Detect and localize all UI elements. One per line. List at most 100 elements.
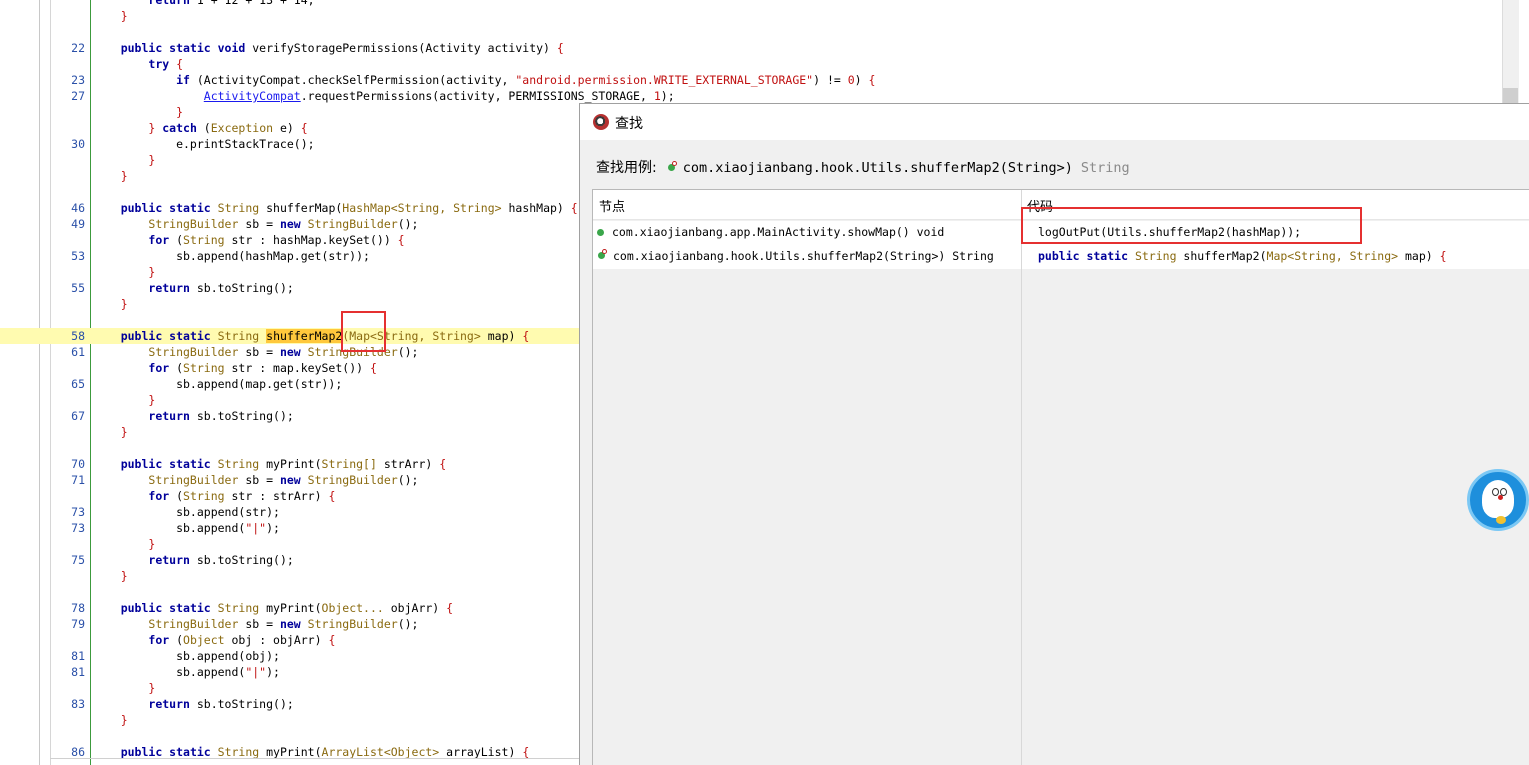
code-token: String [217,601,260,615]
code-token: } [93,169,128,183]
code-token: (ActivityCompat.checkSelfPermission(acti… [189,73,516,87]
code-token: String [217,745,260,759]
line-number: 53 [71,249,85,263]
code-line[interactable]: } [0,392,580,408]
code-token: strArr) [376,457,440,471]
code-line[interactable]: for (Object obj : objArr) { [0,632,580,648]
code-line[interactable]: 79 StringBuilder sb = new StringBuilder(… [0,616,580,632]
code-token: catch [162,121,197,135]
dot-icon [597,229,604,236]
line-number: 61 [71,345,85,359]
code-line[interactable]: 73 sb.append(str); [0,504,580,520]
code-line[interactable]: try { [0,56,580,72]
code-line[interactable]: 55 return sb.toString(); [0,280,580,296]
code-line[interactable]: 81 sb.append("|"); [0,664,580,680]
code-line[interactable]: 49 StringBuilder sb = new StringBuilder(… [0,216,580,232]
code-line[interactable]: 83 return sb.toString(); [0,696,580,712]
line-number: 22 [71,41,85,55]
code-line[interactable]: 46 public static String shufferMap(HashM… [0,200,580,216]
code-line[interactable]: 23 if (ActivityCompat.checkSelfPermissio… [0,72,875,88]
horizontal-scrollbar[interactable] [50,758,590,759]
code-line[interactable]: 58 public static String shufferMap2(Map<… [0,328,580,344]
code-token: shufferMap2 [266,329,343,343]
code-line[interactable]: } [0,424,580,440]
code-token: sb = [238,345,280,359]
code-line[interactable] [0,584,580,600]
code-line[interactable]: 27 ActivityCompat.requestPermissions(act… [0,88,674,104]
code-line[interactable]: } [0,680,580,696]
avatar-nose [1498,495,1503,500]
code-token: "|" [245,521,267,535]
code-token: return [148,697,190,711]
code-line[interactable]: 70 public static String myPrint(String[]… [0,456,580,472]
code-text: } catch (Exception e) { [93,120,307,136]
code-token: for [148,361,170,375]
code-line[interactable]: } [0,104,580,120]
code-line[interactable]: 61 StringBuilder sb = new StringBuilder(… [0,344,580,360]
code-token: e.printStackTrace(); [93,137,315,151]
scrollbar-thumb[interactable] [1503,88,1518,104]
code-line[interactable]: 73 sb.append("|"); [0,520,580,536]
line-number: 23 [71,73,85,87]
code-line[interactable]: return 1 + 12 + 13 + 14; [0,0,580,8]
code-line[interactable] [0,312,580,328]
code-line[interactable]: } [0,296,580,312]
code-line[interactable]: 81 sb.append(obj); [0,648,580,664]
code-text: } [93,392,155,408]
code-line[interactable]: 75 return sb.toString(); [0,552,580,568]
usage-return-type: String [1080,160,1130,176]
code-line[interactable]: 65 sb.append(map.get(str)); [0,376,580,392]
code-line[interactable]: } [0,568,580,584]
code-line[interactable]: 22 public static void verifyStoragePermi… [0,40,580,56]
code-line[interactable]: } [0,536,580,552]
code-line[interactable]: 67 return sb.toString(); [0,408,580,424]
code-token: StringBuilder [307,617,398,631]
code-text: e.printStackTrace(); [93,136,315,152]
code-line[interactable]: for (String str : strArr) { [0,488,580,504]
code-text: sb.append(hashMap.get(str)); [93,248,370,264]
code-text: sb.append("|"); [93,520,280,536]
line-number: 81 [71,665,85,679]
code-line[interactable] [0,728,580,744]
code-line[interactable] [0,184,580,200]
annotation-box-call-site [1021,207,1362,244]
code-line[interactable]: } [0,8,580,24]
code-token: new [279,473,301,487]
code-line[interactable] [0,440,580,456]
code-line[interactable]: } [0,264,580,280]
code-line[interactable]: } [0,168,580,184]
code-token: { [570,201,578,215]
code-line[interactable]: } [0,152,580,168]
code-line[interactable]: 30 e.printStackTrace(); [0,136,580,152]
code-token: } [93,105,184,119]
code-line[interactable]: for (String str : map.keySet()) { [0,360,580,376]
code-line[interactable]: } catch (Exception e) { [0,120,580,136]
code-line[interactable]: 71 StringBuilder sb = new StringBuilder(… [0,472,580,488]
code-token: ( [169,633,184,647]
code-token: obj : objArr) [224,633,329,647]
code-token: StringBuilder [307,217,398,231]
code-line[interactable]: 78 public static String myPrint(Object..… [0,600,580,616]
column-divider[interactable] [1021,190,1022,765]
node-text: com.xiaojianbang.app.MainActivity.showMa… [612,225,945,239]
floating-assistant-avatar[interactable] [1467,469,1529,531]
table-row[interactable]: com.xiaojianbang.hook.Utils.shufferMap2(… [593,245,1529,269]
code-token: return [148,281,190,295]
code-token: } [93,121,156,135]
code-line[interactable] [0,24,580,40]
code-token: StringBuilder [148,345,239,359]
code-line[interactable]: 53 sb.append(hashMap.get(str)); [0,248,580,264]
dialog-titlebar[interactable]: 查找 [580,104,1529,140]
code-token: myPrint( [259,745,322,759]
code-line[interactable]: } [0,712,580,728]
column-header-node[interactable]: 节点 [599,196,625,215]
code-token: e) [273,121,301,135]
row-code: public static String shufferMap2(Map<Str… [1038,249,1447,263]
code-line[interactable]: for (String str : hashMap.keySet()) { [0,232,580,248]
